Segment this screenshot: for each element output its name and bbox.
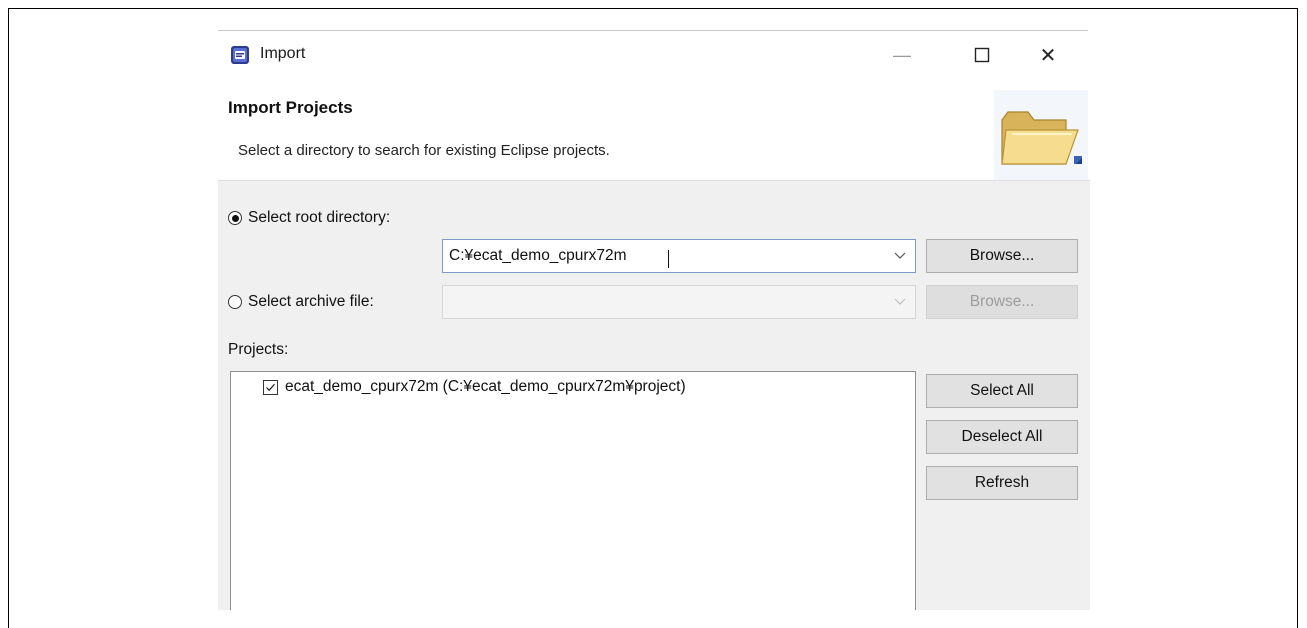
projects-label: Projects: (228, 341, 289, 358)
project-list[interactable]: ecat_demo_cpurx72m (C:¥ecat_demo_cpurx72… (230, 371, 916, 610)
root-directory-input[interactable]: C:¥ecat_demo_cpurx72m (449, 247, 627, 265)
title-bar: Import — ✕ (218, 30, 1088, 79)
minimize-button[interactable]: — (882, 39, 922, 71)
checkbox[interactable] (263, 379, 278, 395)
chevron-down-icon[interactable] (891, 246, 909, 264)
maximize-icon (974, 47, 990, 63)
maximize-button[interactable] (962, 39, 1002, 71)
browse-archive-button[interactable]: Browse... (926, 285, 1078, 319)
minimize-icon: — (893, 44, 911, 65)
open-folder-icon (994, 90, 1088, 180)
page-description: Select a directory to search for existin… (238, 142, 610, 159)
archive-file-combo[interactable] (442, 285, 916, 319)
root-directory-radio[interactable]: Select root directory: (228, 209, 390, 227)
archive-file-radio[interactable]: Select archive file: (228, 293, 374, 311)
eclipse-app-icon (231, 46, 249, 64)
close-button[interactable]: ✕ (1028, 39, 1068, 71)
radio-selected-icon (228, 211, 242, 225)
close-icon: ✕ (1039, 44, 1057, 67)
root-directory-combo[interactable]: C:¥ecat_demo_cpurx72m (442, 239, 916, 273)
page-title: Import Projects (228, 98, 353, 117)
text-caret (668, 250, 669, 268)
chevron-down-icon (894, 298, 906, 305)
radio-unselected-icon (228, 295, 242, 309)
browse-directory-button[interactable]: Browse... (926, 239, 1078, 273)
list-item[interactable]: ecat_demo_cpurx72m (C:¥ecat_demo_cpurx72… (263, 378, 686, 396)
import-dialog: Import — ✕ Import Projects Select a dire… (218, 30, 1090, 610)
deselect-all-button[interactable]: Deselect All (926, 420, 1078, 454)
checkmark-icon (266, 383, 275, 391)
refresh-button[interactable]: Refresh (926, 466, 1078, 500)
root-directory-label: Select root directory: (248, 209, 391, 226)
archive-file-label: Select archive file: (248, 293, 374, 310)
project-item-label: ecat_demo_cpurx72m (C:¥ecat_demo_cpurx72… (285, 378, 686, 395)
select-all-button[interactable]: Select All (926, 374, 1078, 408)
wizard-header: Import Projects Select a directory to se… (218, 78, 1088, 194)
window-title: Import (260, 45, 306, 62)
wizard-body: Select root directory: C:¥ecat_demo_cpur… (218, 180, 1090, 610)
